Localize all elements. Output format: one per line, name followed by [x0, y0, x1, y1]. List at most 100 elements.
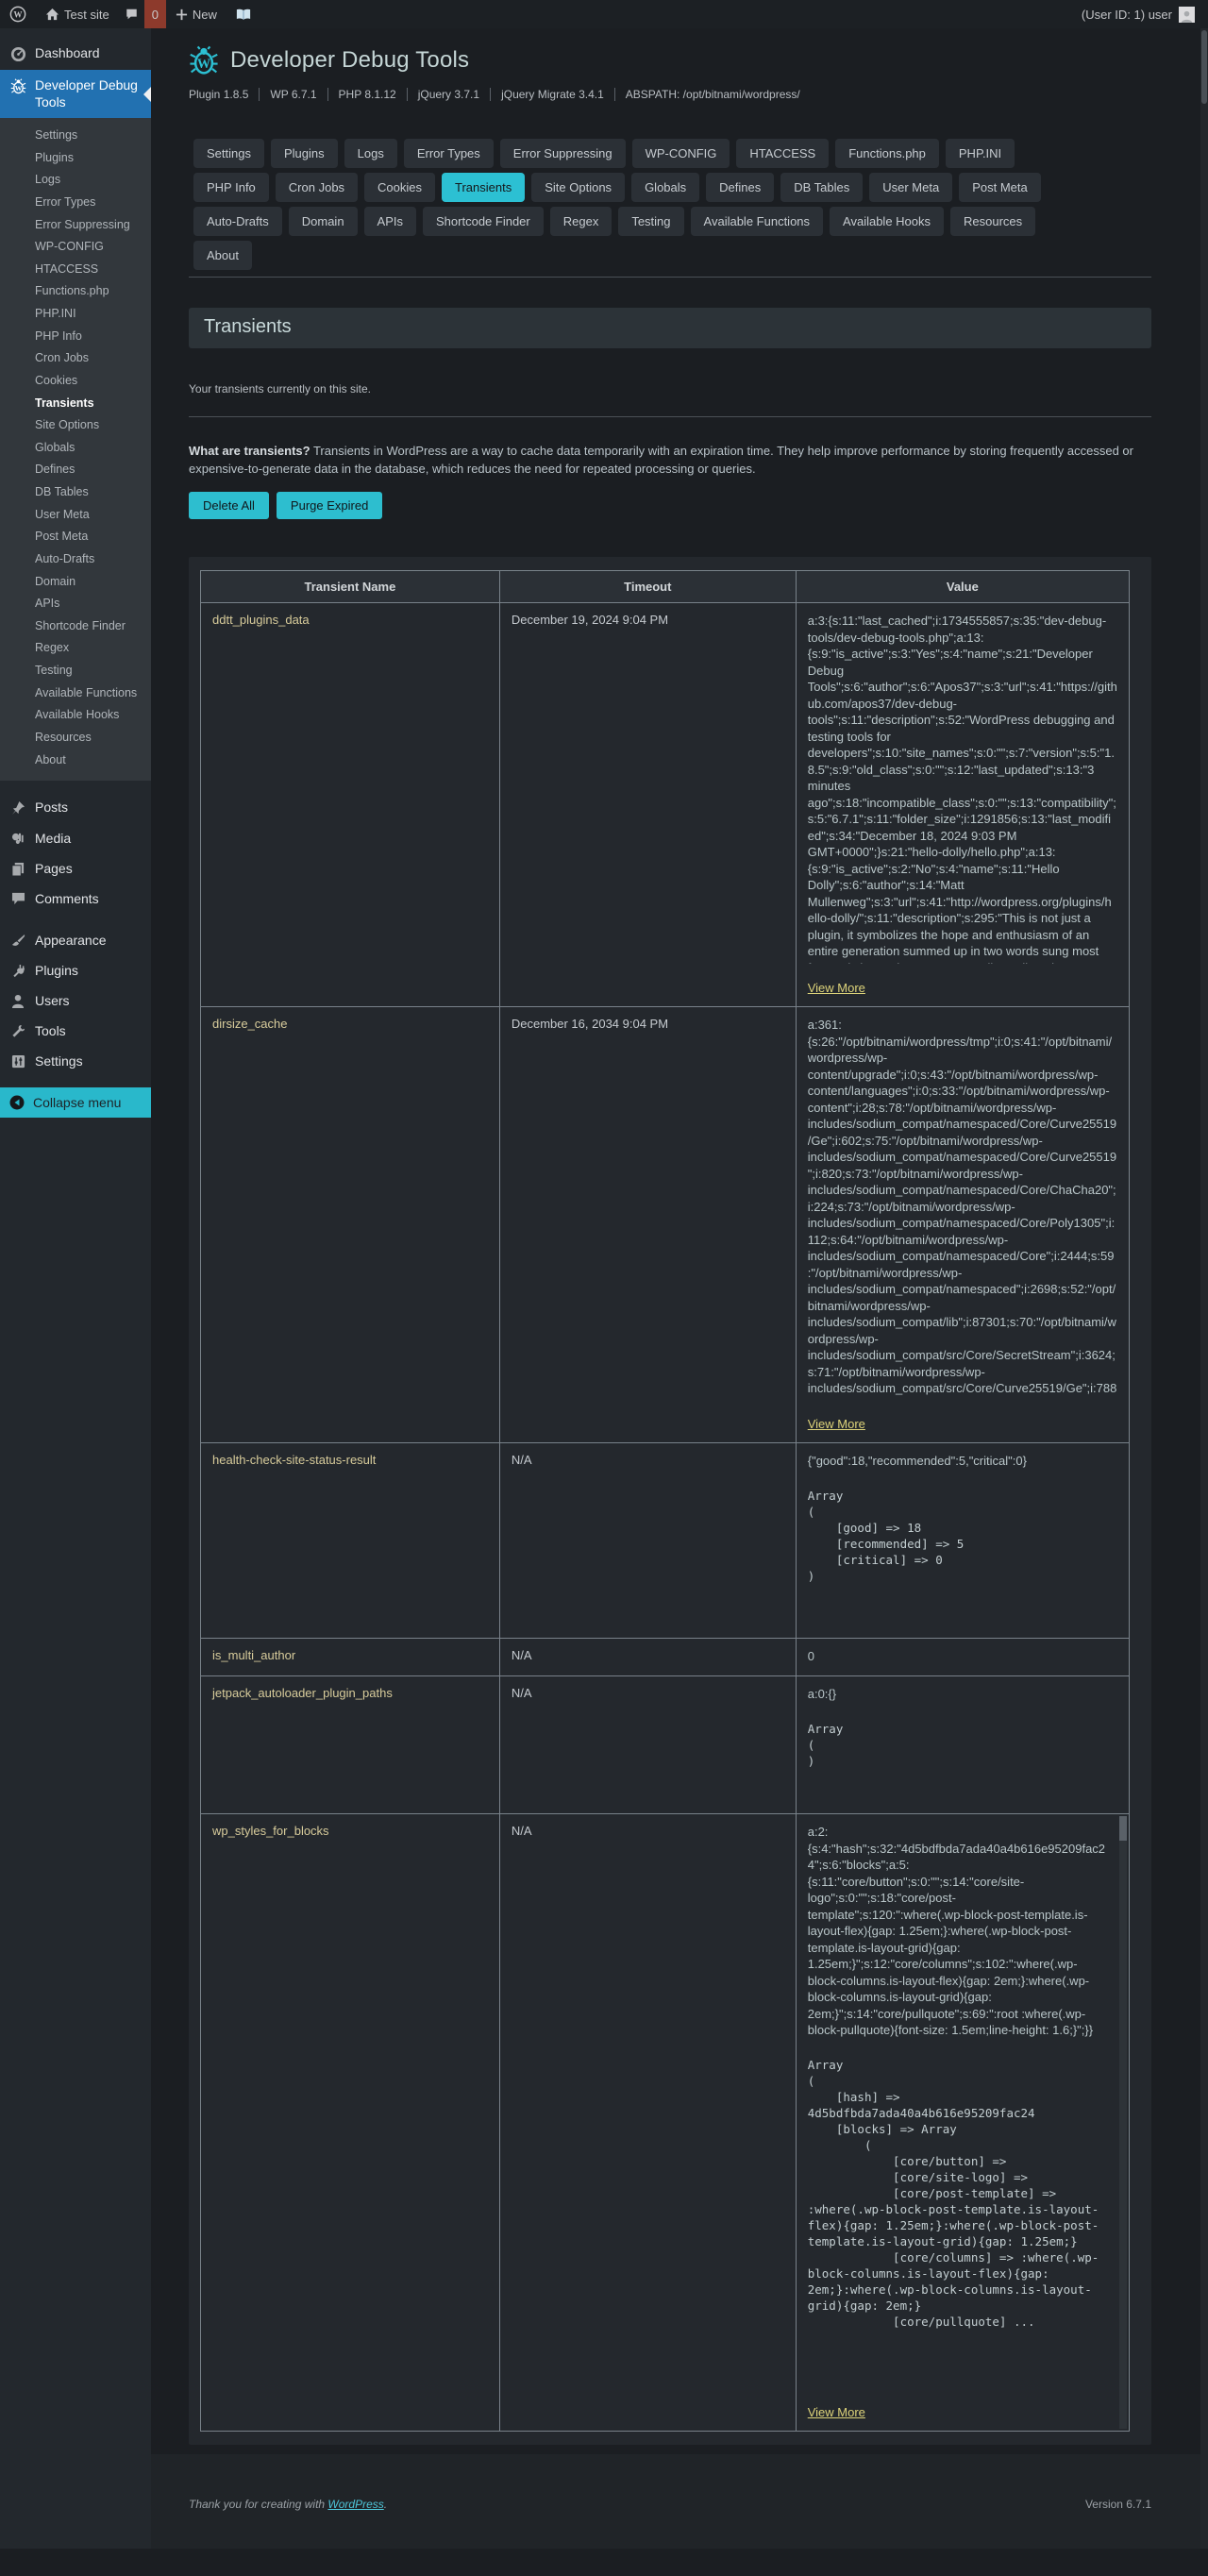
column-header-timeout: Timeout — [499, 571, 796, 603]
submenu-item-cookies[interactable]: Cookies — [0, 370, 151, 393]
submenu-item-globals[interactable]: Globals — [0, 437, 151, 460]
sidebar-item-settings[interactable]: Settings — [0, 1046, 151, 1076]
submenu-item-php-info[interactable]: PHP Info — [0, 326, 151, 348]
tab-about[interactable]: About — [193, 241, 252, 270]
transient-name: dirsize_cache — [212, 1017, 488, 1031]
sidebar-item-dashboard[interactable]: Dashboard — [0, 38, 151, 70]
delete-all-button[interactable]: Delete All — [189, 492, 269, 519]
submenu-item-available-functions[interactable]: Available Functions — [0, 682, 151, 705]
view-more-link[interactable]: View More — [808, 981, 865, 995]
wordpress-logo-icon[interactable]: W — [0, 0, 36, 28]
purge-expired-button[interactable]: Purge Expired — [277, 492, 382, 519]
tab-post-meta[interactable]: Post Meta — [959, 173, 1041, 202]
submenu-item-wp-config[interactable]: WP-CONFIG — [0, 236, 151, 259]
transient-value-array: Array ( [good] => 18 [recommended] => 5 … — [808, 1488, 1117, 1584]
new-button[interactable]: New — [166, 0, 226, 28]
sidebar-item-posts[interactable]: Posts — [0, 792, 151, 823]
submenu-item-site-options[interactable]: Site Options — [0, 414, 151, 437]
view-more-link[interactable]: View More — [808, 1417, 865, 1431]
submenu-item-available-hooks[interactable]: Available Hooks — [0, 704, 151, 727]
submenu-item-transients[interactable]: Transients — [0, 393, 151, 415]
transient-timeout: N/A — [512, 1686, 784, 1700]
tab-site-options[interactable]: Site Options — [531, 173, 625, 202]
wordpress-link[interactable]: WordPress — [327, 2498, 383, 2511]
sidebar-item-developer-debug-tools[interactable]: W Developer Debug Tools — [0, 70, 151, 118]
page-scrollbar[interactable] — [1200, 28, 1208, 2549]
tab-available-functions[interactable]: Available Functions — [691, 207, 824, 236]
submenu-item-php-ini[interactable]: PHP.INI — [0, 303, 151, 326]
view-more-link[interactable]: View More — [808, 2405, 865, 2419]
meta-jquery-version: jQuery 3.7.1 — [408, 88, 491, 101]
tab-testing[interactable]: Testing — [618, 207, 683, 236]
sidebar-item-tools[interactable]: Tools — [0, 1016, 151, 1046]
submenu-item-defines[interactable]: Defines — [0, 459, 151, 481]
submenu-item-logs[interactable]: Logs — [0, 169, 151, 192]
tab-php-ini[interactable]: PHP.INI — [946, 139, 1015, 168]
tab-defines[interactable]: Defines — [706, 173, 774, 202]
tab-user-meta[interactable]: User Meta — [869, 173, 952, 202]
tab-wp-config[interactable]: WP-CONFIG — [632, 139, 730, 168]
tab-auto-drafts[interactable]: Auto-Drafts — [193, 207, 282, 236]
tab-resources[interactable]: Resources — [950, 207, 1035, 236]
tab-regex[interactable]: Regex — [550, 207, 612, 236]
submenu-item-regex[interactable]: Regex — [0, 637, 151, 660]
table-row: ddtt_plugins_data December 19, 2024 9:04… — [201, 603, 1130, 1007]
tab-available-hooks[interactable]: Available Hooks — [830, 207, 944, 236]
submenu-item-plugins[interactable]: Plugins — [0, 147, 151, 170]
tab-shortcode-finder[interactable]: Shortcode Finder — [423, 207, 544, 236]
scrollbar-thumb[interactable] — [1201, 30, 1207, 104]
sidebar-item-label: Settings — [35, 1053, 83, 1069]
table-row: wp_styles_for_blocks N/A a:2:{s:4:"hash"… — [201, 1814, 1130, 2432]
submenu-item-error-suppressing[interactable]: Error Suppressing — [0, 214, 151, 237]
transients-table: Transient Name Timeout Value ddtt_plugin… — [200, 570, 1130, 2432]
transient-value: a:0:{} — [808, 1686, 1117, 1703]
avatar — [1179, 7, 1195, 23]
section-subtext: Your transients currently on this site. — [189, 382, 1151, 396]
tab-cron-jobs[interactable]: Cron Jobs — [276, 173, 358, 202]
submenu-item-error-types[interactable]: Error Types — [0, 192, 151, 214]
submenu-item-auto-drafts[interactable]: Auto-Drafts — [0, 548, 151, 571]
submenu-item-shortcode-finder[interactable]: Shortcode Finder — [0, 615, 151, 638]
submenu-item-apis[interactable]: APIs — [0, 593, 151, 615]
tab-logs[interactable]: Logs — [344, 139, 397, 168]
sidebar-item-pages[interactable]: Pages — [0, 853, 151, 884]
submenu-item-user-meta[interactable]: User Meta — [0, 504, 151, 527]
submenu-item-functions-php[interactable]: Functions.php — [0, 280, 151, 303]
submenu-item-about[interactable]: About — [0, 749, 151, 772]
sidebar-item-appearance[interactable]: Appearance — [0, 925, 151, 955]
info-body: Transients in WordPress are a way to cac… — [189, 444, 1133, 476]
transient-name: jetpack_autoloader_plugin_paths — [212, 1686, 488, 1700]
tab-globals[interactable]: Globals — [631, 173, 699, 202]
submenu-item-htaccess[interactable]: HTACCESS — [0, 259, 151, 281]
collapse-menu-button[interactable]: Collapse menu — [0, 1087, 151, 1118]
submenu-item-db-tables[interactable]: DB Tables — [0, 481, 151, 504]
submenu-item-cron-jobs[interactable]: Cron Jobs — [0, 347, 151, 370]
tab-cookies[interactable]: Cookies — [364, 173, 435, 202]
submenu-item-settings[interactable]: Settings — [0, 125, 151, 147]
tab-apis[interactable]: APIs — [364, 207, 416, 236]
guide-button[interactable] — [226, 0, 260, 28]
tab-php-info[interactable]: PHP Info — [193, 173, 269, 202]
submenu-item-domain[interactable]: Domain — [0, 571, 151, 594]
tab-error-suppressing[interactable]: Error Suppressing — [500, 139, 626, 168]
tab-htaccess[interactable]: HTACCESS — [736, 139, 829, 168]
sidebar-item-users[interactable]: Users — [0, 985, 151, 1016]
submenu-item-resources[interactable]: Resources — [0, 727, 151, 749]
account-menu[interactable]: (User ID: 1) user — [1082, 7, 1208, 23]
tab-domain[interactable]: Domain — [289, 207, 358, 236]
tab-transients[interactable]: Transients — [442, 173, 525, 202]
tab-plugins[interactable]: Plugins — [271, 139, 338, 168]
submenu-item-testing[interactable]: Testing — [0, 660, 151, 682]
tab-error-types[interactable]: Error Types — [404, 139, 494, 168]
tab-db-tables[interactable]: DB Tables — [780, 173, 863, 202]
submenu-item-post-meta[interactable]: Post Meta — [0, 526, 151, 548]
tab-functions-php[interactable]: Functions.php — [835, 139, 939, 168]
sidebar-item-comments[interactable]: Comments — [0, 884, 151, 914]
sidebar-item-plugins[interactable]: Plugins — [0, 955, 151, 985]
current-menu-arrow-icon — [136, 87, 151, 102]
comments-item[interactable]: 0 — [119, 0, 166, 28]
cell-scrollbar[interactable] — [1119, 1816, 1127, 2429]
tab-settings[interactable]: Settings — [193, 139, 264, 168]
site-name-item[interactable]: Test site — [36, 0, 119, 28]
sidebar-item-media[interactable]: Media — [0, 823, 151, 853]
